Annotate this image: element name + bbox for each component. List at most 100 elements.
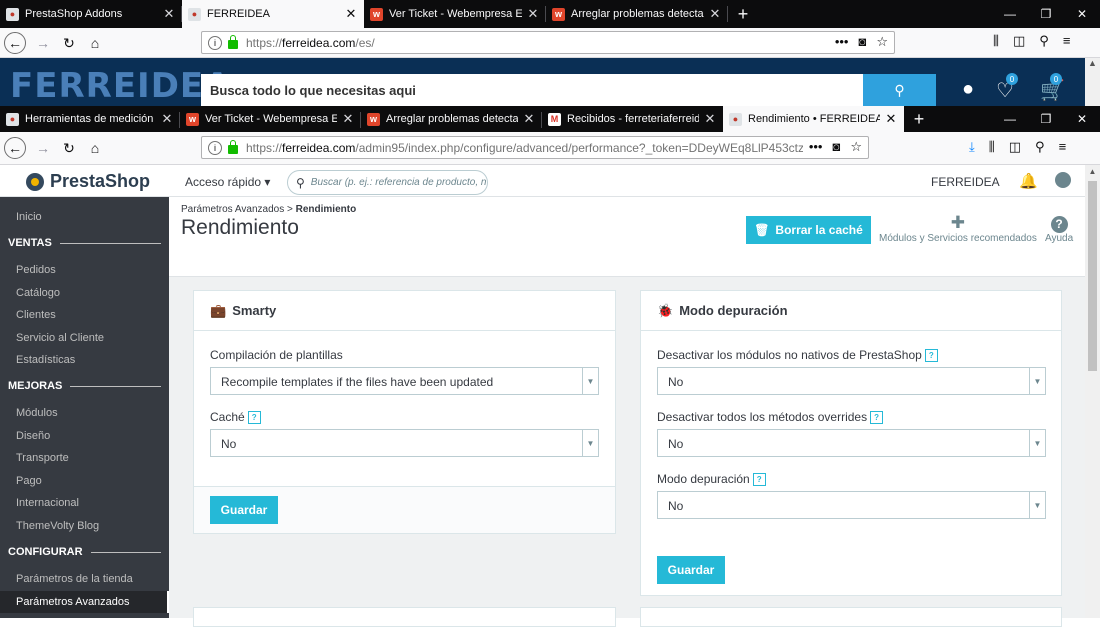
sidebar-item-themevolty-blog[interactable]: ThemeVolty Blog <box>16 520 99 532</box>
tab-arreglar[interactable]: w Arreglar problemas detectados ✕ <box>361 106 542 132</box>
sidebar-item-internacional[interactable]: Internacional <box>16 497 79 509</box>
help-tooltip-icon[interactable]: ? <box>247 411 261 425</box>
scroll-up-icon[interactable]: ▲ <box>1085 167 1100 176</box>
info-icon[interactable]: i <box>208 140 222 155</box>
close-tab-icon[interactable]: ✕ <box>526 6 540 22</box>
menu-icon[interactable]: ≡ <box>1059 139 1067 155</box>
notifications-bell-icon[interactable]: 🔔 <box>1019 172 1038 190</box>
home-icon[interactable]: ⌂ <box>84 32 106 54</box>
back-arrow-icon[interactable]: ← <box>4 137 26 159</box>
help-tooltip-icon[interactable]: ? <box>870 411 884 425</box>
more-actions-icon[interactable]: ••• <box>809 139 823 155</box>
help-button[interactable]: ? Ayuda <box>1045 213 1073 244</box>
help-tooltip-icon[interactable]: ? <box>752 473 766 487</box>
sidebar-item-diseno[interactable]: Diseño <box>16 430 50 442</box>
smarty-save-button[interactable]: Guardar <box>210 496 278 524</box>
account-icon[interactable]: ● <box>962 78 974 101</box>
sidebar-section-configurar[interactable]: CONFIGURAR <box>8 546 161 558</box>
restore-icon[interactable]: ❐ <box>1028 0 1064 28</box>
cache-select[interactable]: No ▼ <box>210 429 599 457</box>
back-tab-ferreidea[interactable]: ● FERREIDEA ✕ <box>182 0 364 28</box>
pocket-icon[interactable]: ◙ <box>858 34 866 50</box>
close-tab-icon[interactable]: ✕ <box>884 111 898 127</box>
close-tab-icon[interactable]: ✕ <box>160 111 174 127</box>
extension-icon[interactable]: ⚲ <box>1039 33 1049 49</box>
library-icon[interactable]: ⫼ <box>989 139 995 155</box>
info-icon[interactable]: i <box>208 35 222 50</box>
library-icon[interactable]: ⫼ <box>993 33 999 49</box>
close-tab-icon[interactable]: ✕ <box>708 6 722 22</box>
home-icon[interactable]: ⌂ <box>84 137 106 159</box>
extension-icon[interactable]: ⚲ <box>1035 139 1045 155</box>
debug-mode-select[interactable]: No ▼ <box>657 491 1046 519</box>
minimize-icon[interactable]: — <box>992 106 1028 132</box>
back-arrow-icon[interactable]: ← <box>4 32 26 54</box>
back-tab-arreglar[interactable]: w Arreglar problemas detectados ✕ <box>546 0 728 28</box>
breadcrumb-current: Rendimiento <box>295 204 357 215</box>
scrollbar-thumb[interactable] <box>1088 181 1097 371</box>
sidebar-section-ventas[interactable]: VENTAS <box>8 237 161 249</box>
prestashop-logo[interactable]: PrestaShop <box>26 171 150 192</box>
close-window-icon[interactable]: ✕ <box>1064 106 1100 132</box>
back-tab-prestashop-addons[interactable]: ● PrestaShop Addons ✕ <box>0 0 182 28</box>
store-search-input[interactable]: Busca todo lo que necesitas aqui <box>201 74 863 106</box>
more-actions-icon[interactable]: ••• <box>835 34 849 50</box>
tab-rendimiento[interactable]: ● Rendimiento • FERREIDEA ✕ <box>723 106 904 132</box>
sidebar-section-mejoras[interactable]: MEJORAS <box>8 380 161 392</box>
admin-search-input[interactable]: ⚲ Buscar (p. ej.: referencia de producto… <box>287 170 488 195</box>
forward-arrow-icon[interactable]: → <box>32 32 54 54</box>
tab-ver-ticket[interactable]: w Ver Ticket - Webempresa Europ ✕ <box>180 106 361 132</box>
disable-non-native-select[interactable]: No ▼ <box>657 367 1046 395</box>
back-url-bar[interactable]: i https://ferreidea.com/es/ ••• ◙ ☆ <box>201 31 895 54</box>
new-tab-button[interactable]: + <box>728 0 758 28</box>
compile-templates-select[interactable]: Recompile templates if the files have be… <box>210 367 599 395</box>
sidebar-icon[interactable]: ◫ <box>1013 33 1025 49</box>
forward-arrow-icon[interactable]: → <box>32 137 54 159</box>
breadcrumb-parent[interactable]: Parámetros Avanzados <box>181 204 284 215</box>
debug-save-button[interactable]: Guardar <box>657 556 725 584</box>
disable-overrides-select[interactable]: No ▼ <box>657 429 1046 457</box>
back-tab-ver-ticket[interactable]: w Ver Ticket - Webempresa Europ ✕ <box>364 0 546 28</box>
sidebar-item-pago[interactable]: Pago <box>16 475 42 487</box>
pocket-icon[interactable]: ◙ <box>832 139 840 155</box>
recommended-modules-button[interactable]: ✚ Módulos y Servicios recomendados <box>879 213 1037 244</box>
bookmark-star-icon[interactable]: ☆ <box>876 34 888 50</box>
reload-icon[interactable]: ↻ <box>58 32 80 54</box>
close-tab-icon[interactable]: ✕ <box>341 111 355 127</box>
sidebar-icon[interactable]: ◫ <box>1009 139 1021 155</box>
close-tab-icon[interactable]: ✕ <box>162 6 176 22</box>
sidebar-item-servicio-cliente[interactable]: Servicio al Cliente <box>16 332 104 344</box>
store-logo[interactable]: FERREIDEA <box>10 66 231 106</box>
front-url-bar[interactable]: i https://ferreidea.com/admin95/index.ph… <box>201 136 869 159</box>
tab-recibidos[interactable]: M Recibidos - ferreteriaferreidea@ ✕ <box>542 106 723 132</box>
sidebar-item-estadisticas[interactable]: Estadísticas <box>16 354 75 366</box>
minimize-icon[interactable]: — <box>992 0 1028 28</box>
sidebar-item-parametros-tienda[interactable]: Parámetros de la tienda <box>16 573 133 585</box>
sidebar-item-modulos[interactable]: Módulos <box>16 407 58 419</box>
back-scrollbar[interactable]: ▲ <box>1085 58 1100 106</box>
menu-icon[interactable]: ≡ <box>1063 33 1071 49</box>
close-tab-icon[interactable]: ✕ <box>344 6 358 22</box>
store-search-button[interactable]: ⚲ <box>863 74 936 106</box>
bookmark-star-icon[interactable]: ☆ <box>850 139 862 155</box>
clear-cache-button[interactable]: 🗑 Borrar la caché <box>746 216 871 244</box>
sidebar-item-catalogo[interactable]: Catálogo <box>16 287 60 299</box>
close-tab-icon[interactable]: ✕ <box>522 111 536 127</box>
close-window-icon[interactable]: ✕ <box>1064 0 1100 28</box>
sidebar-item-pedidos[interactable]: Pedidos <box>16 264 56 276</box>
reload-icon[interactable]: ↻ <box>58 137 80 159</box>
download-icon[interactable]: ⤓ <box>969 139 975 155</box>
close-tab-icon[interactable]: ✕ <box>703 111 717 127</box>
sidebar-item-clientes[interactable]: Clientes <box>16 309 56 321</box>
shop-name-link[interactable]: FERREIDEA <box>931 175 1000 189</box>
user-account-icon[interactable] <box>1055 172 1071 188</box>
new-tab-button[interactable]: + <box>904 106 934 132</box>
page-scrollbar[interactable]: ▲ <box>1085 165 1100 618</box>
sidebar-item-transporte[interactable]: Transporte <box>16 452 69 464</box>
sidebar-item-inicio[interactable]: Inicio <box>16 211 42 223</box>
help-tooltip-icon[interactable]: ? <box>924 349 938 363</box>
sidebar-item-parametros-avanzados[interactable]: Parámetros Avanzados <box>0 591 169 613</box>
restore-icon[interactable]: ❐ <box>1028 106 1064 132</box>
quick-access-dropdown[interactable]: Acceso rápido ▾ <box>185 175 270 189</box>
tab-herramientas[interactable]: ● Herramientas de medición de c ✕ <box>0 106 180 132</box>
